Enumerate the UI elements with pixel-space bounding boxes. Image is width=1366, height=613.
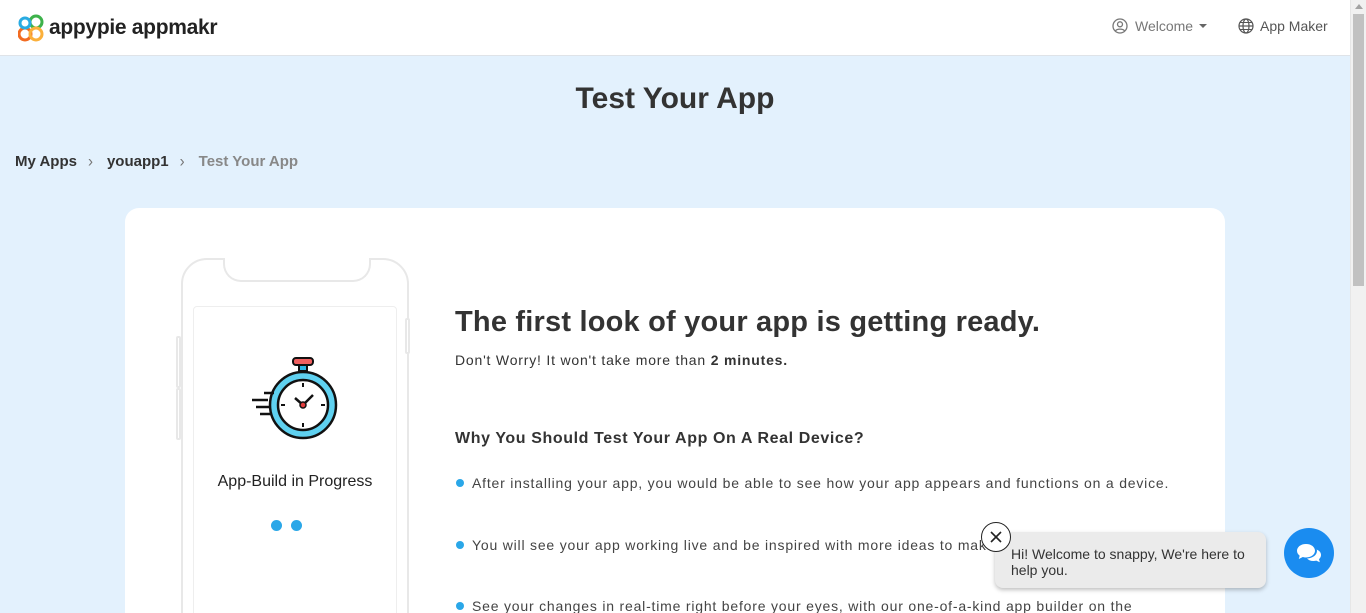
close-icon: [990, 531, 1002, 543]
chat-welcome-bubble[interactable]: Hi! Welcome to snappy, We're here to hel…: [995, 532, 1266, 588]
welcome-menu[interactable]: Welcome: [1112, 18, 1208, 34]
breadcrumb-current: Test Your App: [198, 153, 299, 170]
list-item: After installing your app, you would be …: [456, 473, 1202, 494]
list-item: See your changes in real-time right befo…: [456, 596, 1202, 613]
stopwatch-icon: [252, 357, 338, 440]
loading-dot: [271, 520, 282, 531]
logo-text: appypie appmakr: [49, 16, 218, 39]
why-test-heading: Why You Should Test Your App On A Real D…: [455, 430, 865, 447]
loading-dot: [291, 520, 302, 531]
build-status-label: App-Build in Progress: [217, 473, 373, 490]
phone-side-button: [176, 388, 181, 440]
app-maker-link[interactable]: App Maker: [1238, 18, 1328, 34]
chat-close-button[interactable]: [981, 522, 1011, 552]
phone-screen: [193, 306, 397, 613]
breadcrumb-my-apps[interactable]: My Apps: [15, 153, 77, 170]
chat-bubbles-icon: [1297, 544, 1321, 563]
welcome-label: Welcome: [1135, 18, 1194, 34]
phone-notch: [223, 258, 371, 282]
breadcrumb-app[interactable]: youapp1: [107, 153, 169, 170]
wait-duration: 2 minutes.: [710, 352, 788, 368]
user-circle-icon: [1112, 18, 1128, 34]
chat-message: Hi! Welcome to snappy, We're here to hel…: [1011, 546, 1245, 578]
page-scrollbar[interactable]: [1350, 0, 1366, 613]
breadcrumb: My Apps › youapp1 › Test Your App: [15, 152, 299, 171]
app-maker-label: App Maker: [1260, 18, 1328, 34]
wait-message-text: Don't Worry! It won't take more than: [455, 352, 706, 368]
top-header: appypie appmakr Welcome App Maker: [0, 0, 1350, 56]
appypie-logo[interactable]: appypie appmakr: [18, 14, 218, 42]
chat-open-button[interactable]: [1284, 528, 1334, 578]
globe-icon: [1238, 18, 1254, 34]
chevron-right-icon: ›: [87, 152, 93, 171]
scroll-thumb[interactable]: [1353, 14, 1364, 286]
appypie-logo-icon: [18, 14, 44, 42]
scroll-up-icon[interactable]: [1355, 4, 1363, 9]
caret-down-icon: [1199, 24, 1208, 28]
page-title: Test Your App: [575, 82, 775, 115]
phone-power-button: [405, 318, 410, 354]
wait-message: Don't Worry! It won't take more than 2 m…: [455, 352, 788, 368]
headline: The first look of your app is getting re…: [455, 306, 1041, 338]
chevron-right-icon: ›: [179, 152, 185, 171]
phone-side-button: [176, 336, 181, 388]
